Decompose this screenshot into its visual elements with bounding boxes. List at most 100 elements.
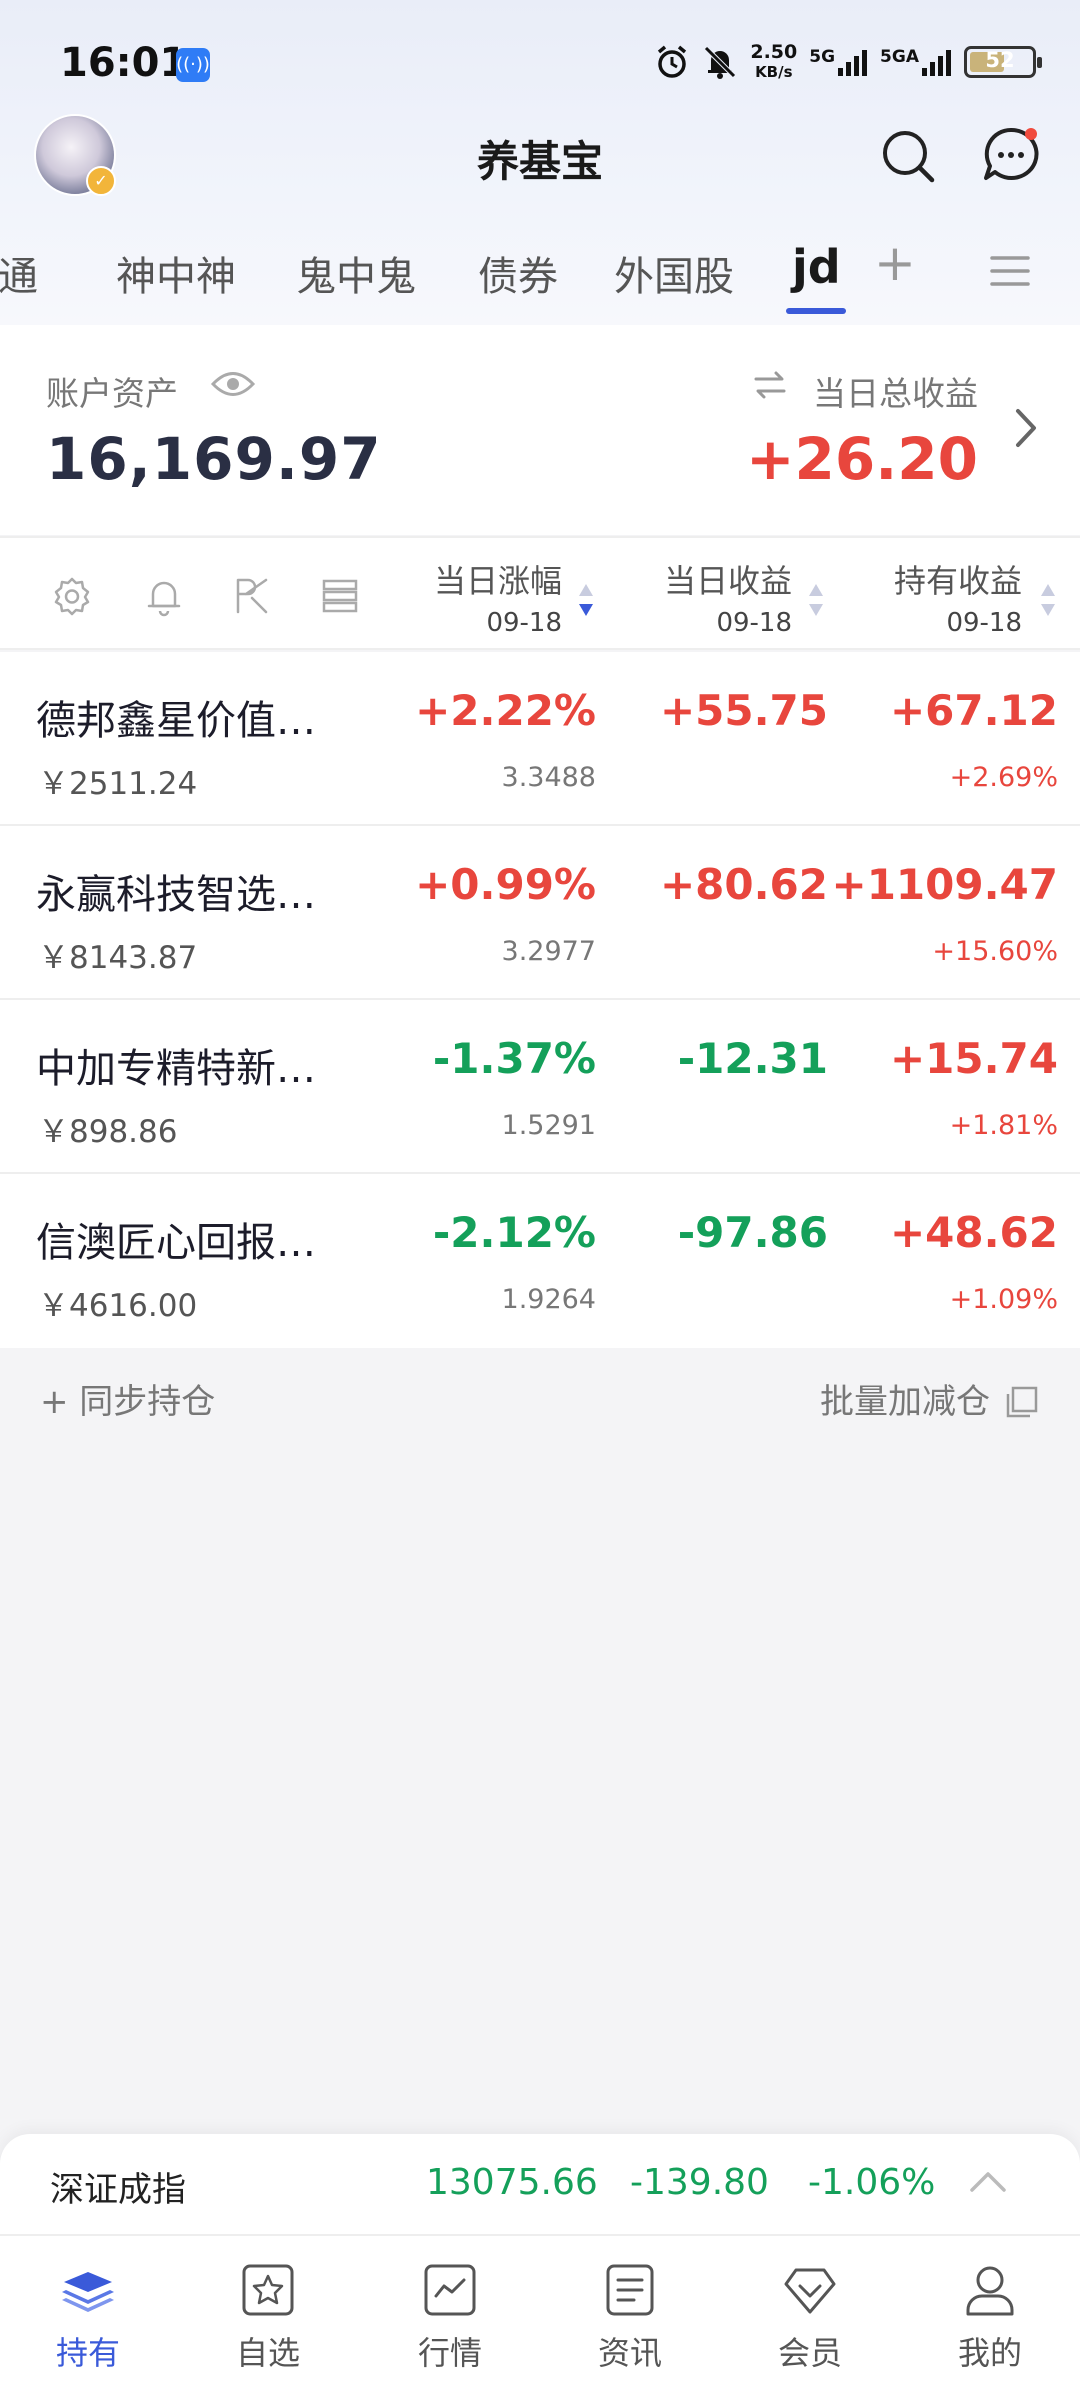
fund-name: 永赢科技智选… (36, 872, 316, 918)
star-icon (242, 2264, 294, 2316)
fund-row[interactable]: 永赢科技智选… ￥8143.87 +0.99% 3.2977 +80.62 +1… (0, 826, 1080, 1000)
add-tab-icon[interactable]: + (874, 234, 916, 292)
nav-watchlist-label: 自选 (235, 2334, 300, 2372)
sort-arrows-icon[interactable] (806, 578, 826, 622)
fund-hold-pct: +15.60% (932, 936, 1058, 967)
chart-icon (424, 2264, 476, 2316)
swap-icon[interactable] (752, 369, 788, 401)
diamond-icon (784, 2268, 836, 2314)
nav-market-label: 行情 (417, 2334, 482, 2372)
fund-day-gain: -12.31 (677, 1034, 828, 1083)
nav-member-label: 会员 (777, 2334, 842, 2372)
status-right: 2.50 KB/s 5G 5GA 52 (654, 42, 1042, 82)
fund-nav: 3.2977 (501, 936, 596, 967)
sort-day-gain[interactable]: 当日收益 09-18 (664, 556, 792, 638)
tab-waiguogu[interactable]: 外国股 (614, 244, 734, 302)
fund-name: 中加专精特新… (36, 1046, 316, 1092)
gear-icon[interactable] (50, 574, 94, 618)
fund-day-change: +0.99% (415, 860, 596, 909)
user-icon (966, 2266, 1014, 2316)
batch-adjust-button[interactable]: 批量加减仓 (820, 1374, 990, 1423)
net-speed: 2.50 KB/s (750, 42, 797, 82)
sort-day-change[interactable]: 当日涨幅 09-18 (434, 556, 562, 638)
fund-day-change: +2.22% (415, 686, 596, 735)
fund-hold-pct: +1.09% (949, 1284, 1058, 1315)
bottom-nav: 持有 自选 行情 资讯 会员 我的 (0, 2234, 1080, 2400)
layers-icon (62, 2272, 114, 2312)
chevron-up-icon[interactable] (968, 2168, 1008, 2194)
tab-zhaiquan[interactable]: 债券 (478, 244, 558, 302)
copy-icon[interactable] (1004, 1384, 1040, 1420)
fund-amount: ￥2511.24 (38, 766, 198, 802)
fund-nav: 1.9264 (501, 1284, 596, 1315)
tab-caitong[interactable]: 财通 (0, 244, 38, 302)
signal-2: 5GA (880, 48, 952, 76)
status-bar: 16:01 ((·)) 2.50 KB/s 5G 5GA 52 (0, 36, 1080, 96)
index-change: -139.80 (630, 2162, 769, 2203)
fund-row[interactable]: 中加专精特新… ￥898.86 -1.37% 1.5291 -12.31 +15… (0, 1000, 1080, 1174)
col-hold-gain-date: 09-18 (946, 608, 1022, 638)
tab-shenzhongshen[interactable]: 神中神 (116, 244, 236, 302)
document-icon (606, 2264, 654, 2316)
daily-total-value: +26.20 (745, 425, 978, 493)
assets-label: 账户资产 (46, 374, 178, 413)
col-day-gain-date: 09-18 (716, 608, 792, 638)
message-icon[interactable] (980, 124, 1042, 186)
signal-bars-icon (838, 50, 868, 76)
menu-icon[interactable] (990, 254, 1030, 288)
search-icon[interactable] (878, 126, 938, 186)
sort-arrows-icon[interactable] (1038, 578, 1058, 622)
fund-name: 信澳匠心回报… (36, 1220, 316, 1266)
holdings-actions: + 同步持仓 批量加减仓 (0, 1350, 1080, 1450)
index-value: 13075.66 (426, 2162, 598, 2203)
tab-guizhonggui[interactable]: 鬼中鬼 (296, 244, 416, 302)
nav-holdings-label: 持有 (55, 2334, 120, 2372)
fund-day-gain: +55.75 (659, 686, 828, 735)
index-pct: -1.06% (808, 2162, 936, 2203)
index-name: 深证成指 (50, 2170, 186, 2210)
mute-bell-icon (704, 46, 737, 79)
fund-hold-pct: +2.69% (949, 762, 1058, 793)
fund-nav: 3.3488 (501, 762, 596, 793)
fund-nav: 1.5291 (501, 1110, 596, 1141)
group-tabs: 财通 神中神 鬼中鬼 债券 外国股 jd + (0, 232, 1080, 322)
nav-market[interactable]: 行情 (380, 2262, 520, 2374)
nav-profile[interactable]: 我的 (920, 2262, 1060, 2374)
sync-holdings-button[interactable]: + 同步持仓 (40, 1374, 215, 1423)
net-speed-unit: KB/s (755, 63, 793, 81)
nav-member[interactable]: 会员 (740, 2262, 880, 2374)
assets-value: 16,169.97 (46, 425, 382, 493)
nav-news[interactable]: 资讯 (560, 2262, 700, 2374)
sort-hold-gain[interactable]: 持有收益 09-18 (894, 556, 1022, 638)
kline-icon[interactable] (230, 574, 274, 618)
nav-holdings[interactable]: 持有 (18, 2262, 158, 2374)
fund-day-change: -2.12% (432, 1208, 596, 1257)
net-type-1: 5G (809, 47, 836, 67)
fund-amount: ￥4616.00 (38, 1288, 198, 1324)
battery-text: 52 (985, 48, 1015, 72)
hotspot-icon: ((·)) (176, 48, 210, 82)
fund-hold-gain: +1109.47 (831, 860, 1059, 909)
net-type-2: 5GA (880, 47, 919, 67)
fund-day-change: -1.37% (432, 1034, 596, 1083)
eye-icon[interactable] (210, 367, 256, 401)
nav-watchlist[interactable]: 自选 (198, 2262, 338, 2374)
battery-icon: 52 (964, 46, 1042, 78)
tab-jd[interactable]: jd (792, 240, 841, 294)
col-day-gain-title: 当日收益 (663, 562, 792, 600)
chevron-right-icon[interactable] (1012, 405, 1040, 451)
fund-hold-gain: +48.62 (889, 1208, 1058, 1257)
index-ticker[interactable]: 深证成指 13075.66 -139.80 -1.06% (0, 2134, 1080, 2234)
account-summary[interactable]: 账户资产 16,169.97 当日总收益 +26.20 (0, 325, 1080, 535)
daily-total-label: 当日总收益 (813, 374, 978, 413)
fund-row[interactable]: 德邦鑫星价值… ￥2511.24 +2.22% 3.3488 +55.75 +6… (0, 652, 1080, 826)
nav-profile-label: 我的 (957, 2334, 1022, 2372)
fund-row[interactable]: 信澳匠心回报… ￥4616.00 -2.12% 1.9264 -97.86 +4… (0, 1174, 1080, 1348)
sort-arrows-icon[interactable] (576, 578, 596, 622)
col-hold-gain-title: 持有收益 (893, 562, 1022, 600)
fund-day-gain: -97.86 (677, 1208, 828, 1257)
signal-1: 5G (809, 48, 868, 76)
bell-icon[interactable] (142, 574, 186, 618)
fund-amount: ￥8143.87 (38, 940, 198, 976)
list-layout-icon[interactable] (318, 574, 362, 618)
